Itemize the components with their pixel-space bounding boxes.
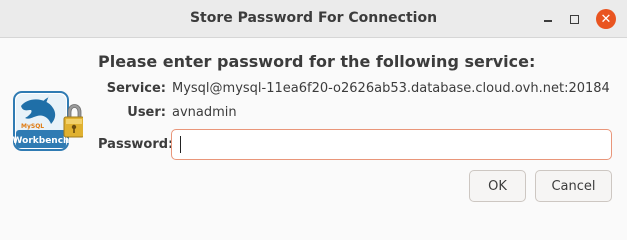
cancel-button[interactable]: Cancel: [535, 170, 612, 202]
ok-button[interactable]: OK: [469, 170, 526, 202]
logo-mysql-text: MySQL: [21, 123, 44, 130]
minimize-button[interactable]: [539, 10, 557, 28]
dialog-heading: Please enter password for the following …: [98, 52, 536, 71]
window-title: Store Password For Connection: [189, 10, 438, 26]
password-label: Password:: [98, 137, 174, 152]
minimize-icon: [544, 20, 552, 22]
title-bar: Store Password For Connection ✕: [0, 0, 627, 38]
text-caret: [180, 136, 181, 153]
maximize-button[interactable]: [565, 10, 583, 28]
user-label: User:: [127, 105, 166, 120]
user-value: avnadmin: [172, 105, 237, 120]
mysql-workbench-logo: MySQL Workbench: [13, 91, 83, 151]
password-field[interactable]: [171, 129, 612, 160]
logo-workbench-text: Workbench: [13, 136, 69, 146]
close-button[interactable]: ✕: [596, 9, 616, 29]
service-value: Mysql@mysql-11ea6f20-o2626ab53.database.…: [172, 81, 610, 96]
service-label: Service:: [106, 81, 166, 96]
maximize-icon: [569, 14, 579, 24]
close-icon: ✕: [600, 11, 612, 27]
